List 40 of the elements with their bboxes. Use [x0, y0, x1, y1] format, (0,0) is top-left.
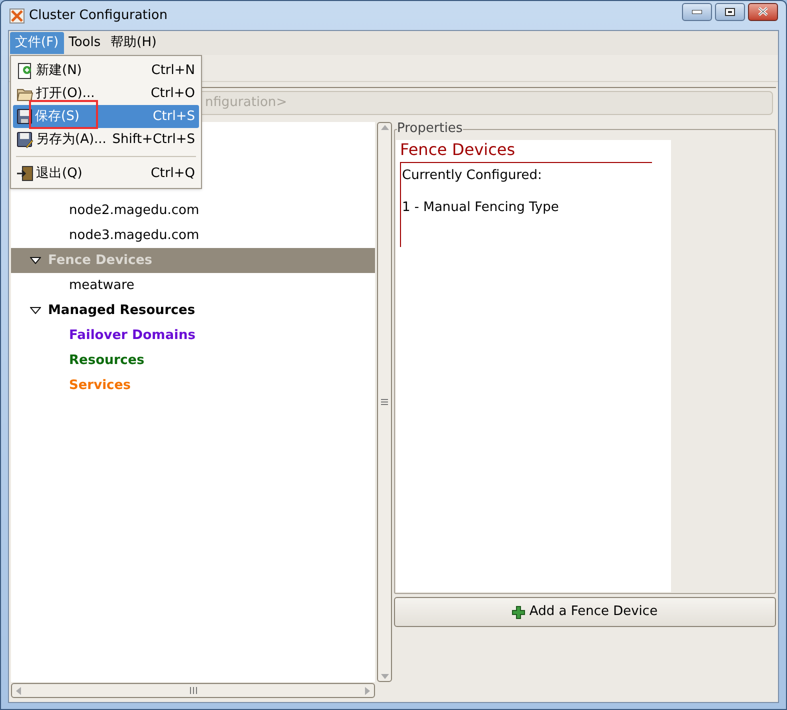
- tree-item[interactable]: node2.magedu.com: [11, 198, 375, 223]
- info-text: Currently Configured:: [402, 167, 543, 185]
- menu-item[interactable]: Tools: [64, 32, 106, 54]
- properties-label: Properties: [397, 121, 463, 137]
- menu-item[interactable]: 另存为(A)... Shift+Ctrl+S: [13, 128, 199, 151]
- vertical-scrollbar[interactable]: [377, 122, 392, 682]
- floppy-pencil-icon: [17, 132, 33, 148]
- exit-door-icon: [17, 166, 33, 181]
- minimize-icon: [692, 10, 702, 14]
- plus-icon: [512, 606, 526, 618]
- tree-item[interactable]: node3.magedu.com: [11, 223, 375, 248]
- menu-item[interactable]: 帮助(H): [106, 32, 162, 54]
- menu-item[interactable]: 保存(S) Ctrl+S: [13, 105, 199, 128]
- window-title: Cluster Configuration: [29, 6, 168, 25]
- new-file-icon: [17, 62, 33, 78]
- folder-icon: [17, 86, 33, 100]
- menu-item[interactable]: 新建(N) Ctrl+N: [13, 59, 199, 82]
- minimize-button[interactable]: [682, 2, 712, 20]
- maximize-button[interactable]: [715, 2, 745, 20]
- scroll-down-icon: [380, 674, 388, 679]
- scroll-right-icon: [365, 686, 370, 694]
- tree-item[interactable]: Resources: [11, 348, 375, 373]
- info-text: 1 - Manual Fencing Type: [402, 199, 560, 217]
- scroll-left-icon: [16, 686, 21, 694]
- scroll-up-icon: [380, 125, 388, 130]
- close-icon: [757, 7, 769, 16]
- grip-icon: [190, 687, 196, 694]
- tree-item[interactable]: Failover Domains: [11, 323, 375, 348]
- expanded-arrow-icon: [30, 307, 41, 314]
- app-icon: [9, 8, 25, 24]
- add-fence-device-button[interactable]: Add a Fence Device: [394, 597, 776, 627]
- maximize-icon: [725, 8, 735, 16]
- highlight-annotation: [29, 100, 98, 129]
- tree-item[interactable]: meatware: [11, 273, 375, 298]
- menu-item[interactable]: 退出(Q) Ctrl+Q: [13, 162, 199, 185]
- horizontal-scrollbar[interactable]: [11, 683, 375, 698]
- section-heading: Fence Devices: [400, 140, 516, 160]
- close-button[interactable]: [748, 2, 778, 20]
- expanded-arrow-icon: [30, 257, 41, 264]
- grip-icon: [381, 399, 388, 405]
